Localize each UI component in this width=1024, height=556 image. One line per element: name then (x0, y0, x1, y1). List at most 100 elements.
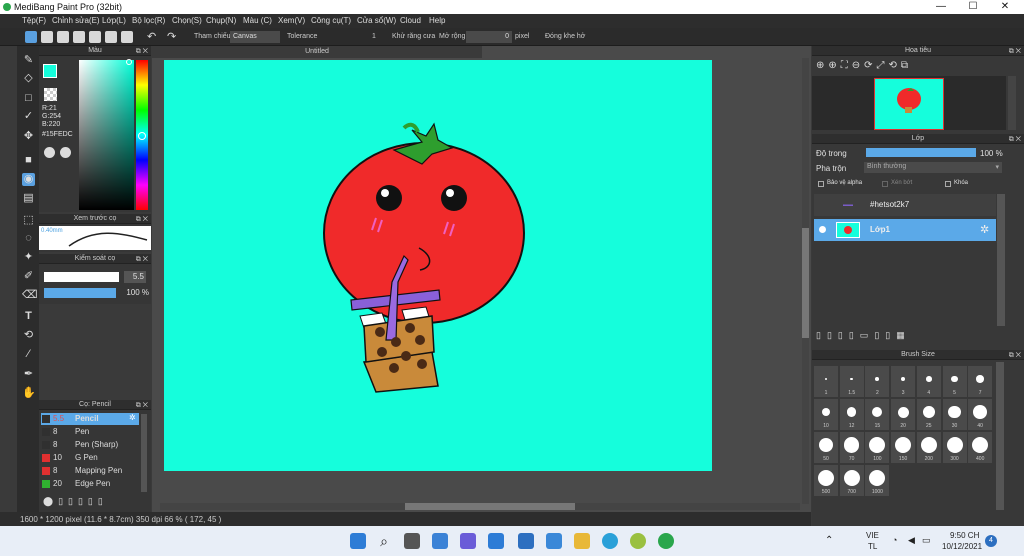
blend-mode-select[interactable]: Bình thường ▾ (864, 162, 1002, 173)
brush-size-option[interactable]: 20 (891, 399, 916, 430)
brush-item-pen-sharp[interactable]: 8 Pen (Sharp) (41, 439, 139, 451)
menu-view[interactable]: Xem(V) (278, 16, 305, 25)
magic-wand-icon[interactable]: ✦ (22, 251, 35, 264)
eraser-icon[interactable]: ◇ (22, 72, 35, 85)
close-button[interactable]: ✕ (990, 0, 1020, 14)
brush-size-grid[interactable]: 1 1.5 2 3 4 5 7 10 12 15 20 25 30 40 50 70 100 150 200 300 4… (814, 362, 994, 512)
clock-date[interactable]: 10/12/2021 (942, 542, 982, 551)
brush-size-option[interactable]: 500 (814, 465, 838, 496)
layer-settings-gear-icon[interactable]: ✲ (980, 223, 989, 236)
chat-icon[interactable] (460, 533, 476, 549)
brush-size-option[interactable]: 200 (916, 432, 941, 463)
gradient-icon[interactable]: ▤ (22, 192, 35, 205)
clock-time[interactable]: 9:50 CH (950, 531, 979, 540)
pen-tool-icon[interactable]: ✒ (22, 368, 35, 381)
brush-size-option[interactable]: 50 (814, 432, 838, 463)
menu-tools[interactable]: Công cụ(T) (311, 16, 351, 25)
wifi-icon[interactable]: ◔ (892, 535, 897, 545)
undo-icon[interactable]: ↶ (147, 31, 159, 43)
lasso-icon[interactable]: ◌ (22, 232, 35, 245)
brush-size-option[interactable]: 1 (814, 366, 838, 397)
share-icon[interactable] (41, 31, 53, 43)
color-wheel-icon[interactable] (44, 147, 55, 158)
hand-icon[interactable]: ✋ (22, 387, 36, 400)
layout-icon[interactable] (121, 31, 133, 43)
store-icon[interactable] (488, 533, 504, 549)
menu-window[interactable]: Cửa sổ(W) (357, 16, 396, 25)
brush-size-value[interactable]: 5.5 (124, 271, 146, 283)
text-icon[interactable]: T (22, 310, 35, 323)
menu-layer[interactable]: Lớp(L) (102, 16, 126, 25)
brush-size-option[interactable]: 10 (814, 399, 838, 430)
expand-input[interactable]: 0 (466, 31, 512, 43)
bucket-icon[interactable]: ◉ (22, 173, 35, 186)
lock-checkbox[interactable] (945, 181, 951, 187)
layer-list-scrollbar[interactable] (997, 194, 1005, 326)
brush-size-option[interactable]: 1000 (865, 465, 890, 496)
volume-icon[interactable]: ◀ (908, 535, 915, 546)
brush-size-option[interactable]: 12 (839, 399, 864, 430)
layer-visibility-icon[interactable] (819, 226, 826, 233)
brush-size-option[interactable]: 70 (839, 432, 864, 463)
minimize-button[interactable]: — (926, 0, 956, 14)
transparent-color-swatch[interactable] (44, 88, 57, 101)
menu-snap[interactable]: Chụp(N) (206, 16, 236, 25)
menu-filter[interactable]: Bộ lọc(R) (132, 16, 165, 25)
navigator-thumbnail[interactable] (874, 78, 944, 130)
task-view-icon[interactable] (404, 533, 420, 549)
brush-size-option[interactable]: 300 (942, 432, 967, 463)
brush-size-option[interactable]: 2 (865, 366, 890, 397)
chevron-up-icon[interactable]: ⌃ (825, 535, 833, 546)
brush-item-pen[interactable]: 8 Pen (41, 426, 139, 438)
menu-select[interactable]: Chọn(S) (172, 16, 202, 25)
language-top[interactable]: VIE (866, 531, 879, 540)
mail-icon[interactable] (546, 533, 562, 549)
brush-size-option[interactable]: 1.5 (839, 366, 864, 397)
maximize-button[interactable]: ☐ (958, 0, 988, 14)
brush-size-option[interactable]: 4 (916, 366, 941, 397)
layer-item-text[interactable]: ▬▬ #hetsot2k7 (814, 194, 996, 216)
navigator-toolbar[interactable]: ⊕⊕⛶⊖⟳⤢⟲⧉ (816, 60, 956, 74)
grid-icon[interactable] (105, 31, 117, 43)
layer-item-layer1[interactable]: Lớp1 ✲ (814, 219, 996, 241)
fill-rect-icon[interactable]: ■ (22, 154, 35, 167)
layer-actions[interactable]: ▯▯▯▯▭▯▯▦ (816, 330, 966, 343)
redo-icon[interactable]: ↷ (167, 31, 179, 43)
rectangle-icon[interactable]: □ (22, 92, 35, 105)
operation-icon[interactable]: ⟲ (22, 329, 35, 342)
brush-item-g-pen[interactable]: 10 G Pen (41, 452, 139, 464)
app2-icon[interactable] (630, 533, 646, 549)
palette-icon[interactable] (60, 147, 71, 158)
brush-size-option[interactable]: 15 (865, 399, 890, 430)
text-bubble-icon[interactable] (73, 31, 85, 43)
menu-help[interactable]: Help (429, 16, 445, 25)
edge-icon[interactable] (602, 533, 618, 549)
menu-color[interactable]: Màu (C) (243, 16, 272, 25)
brush-size-option[interactable]: 700 (839, 465, 864, 496)
speech-bubble-icon[interactable] (57, 31, 69, 43)
brush-size-option[interactable]: 400 (968, 432, 993, 463)
drawing-canvas[interactable] (164, 60, 712, 471)
canvas-horizontal-scrollbar[interactable] (160, 503, 800, 510)
canvas-vertical-scrollbar[interactable] (802, 58, 809, 504)
layer-opacity-slider[interactable] (866, 148, 976, 157)
brush-size-option[interactable]: 100 (865, 432, 890, 463)
brush-item-pencil[interactable]: 5.5 Pencil ✲ (41, 413, 139, 425)
start-icon[interactable] (350, 533, 366, 549)
select-pen-icon[interactable]: ✐ (22, 270, 35, 283)
notification-badge[interactable]: 4 (985, 535, 997, 547)
navigator-scrollbar[interactable] (1008, 76, 1016, 130)
file-explorer-icon[interactable] (574, 533, 590, 549)
canvas-tab[interactable]: Untitled (152, 46, 482, 58)
brush-size-slider[interactable] (44, 272, 119, 282)
menu-file[interactable]: Tệp(F) (22, 16, 46, 25)
brush-size-option[interactable]: 25 (916, 399, 941, 430)
sv-cursor[interactable] (126, 59, 132, 65)
select-eraser-icon[interactable]: ⌫ (22, 289, 38, 302)
saturation-value-picker[interactable] (79, 60, 134, 210)
medibang-icon[interactable] (658, 533, 674, 549)
brush-size-option[interactable]: 150 (891, 432, 916, 463)
brush-item-mapping-pen[interactable]: 8 Mapping Pen (41, 465, 139, 477)
move-icon[interactable]: ✥ (22, 130, 35, 143)
brush-size-option[interactable]: 7 (968, 366, 993, 397)
